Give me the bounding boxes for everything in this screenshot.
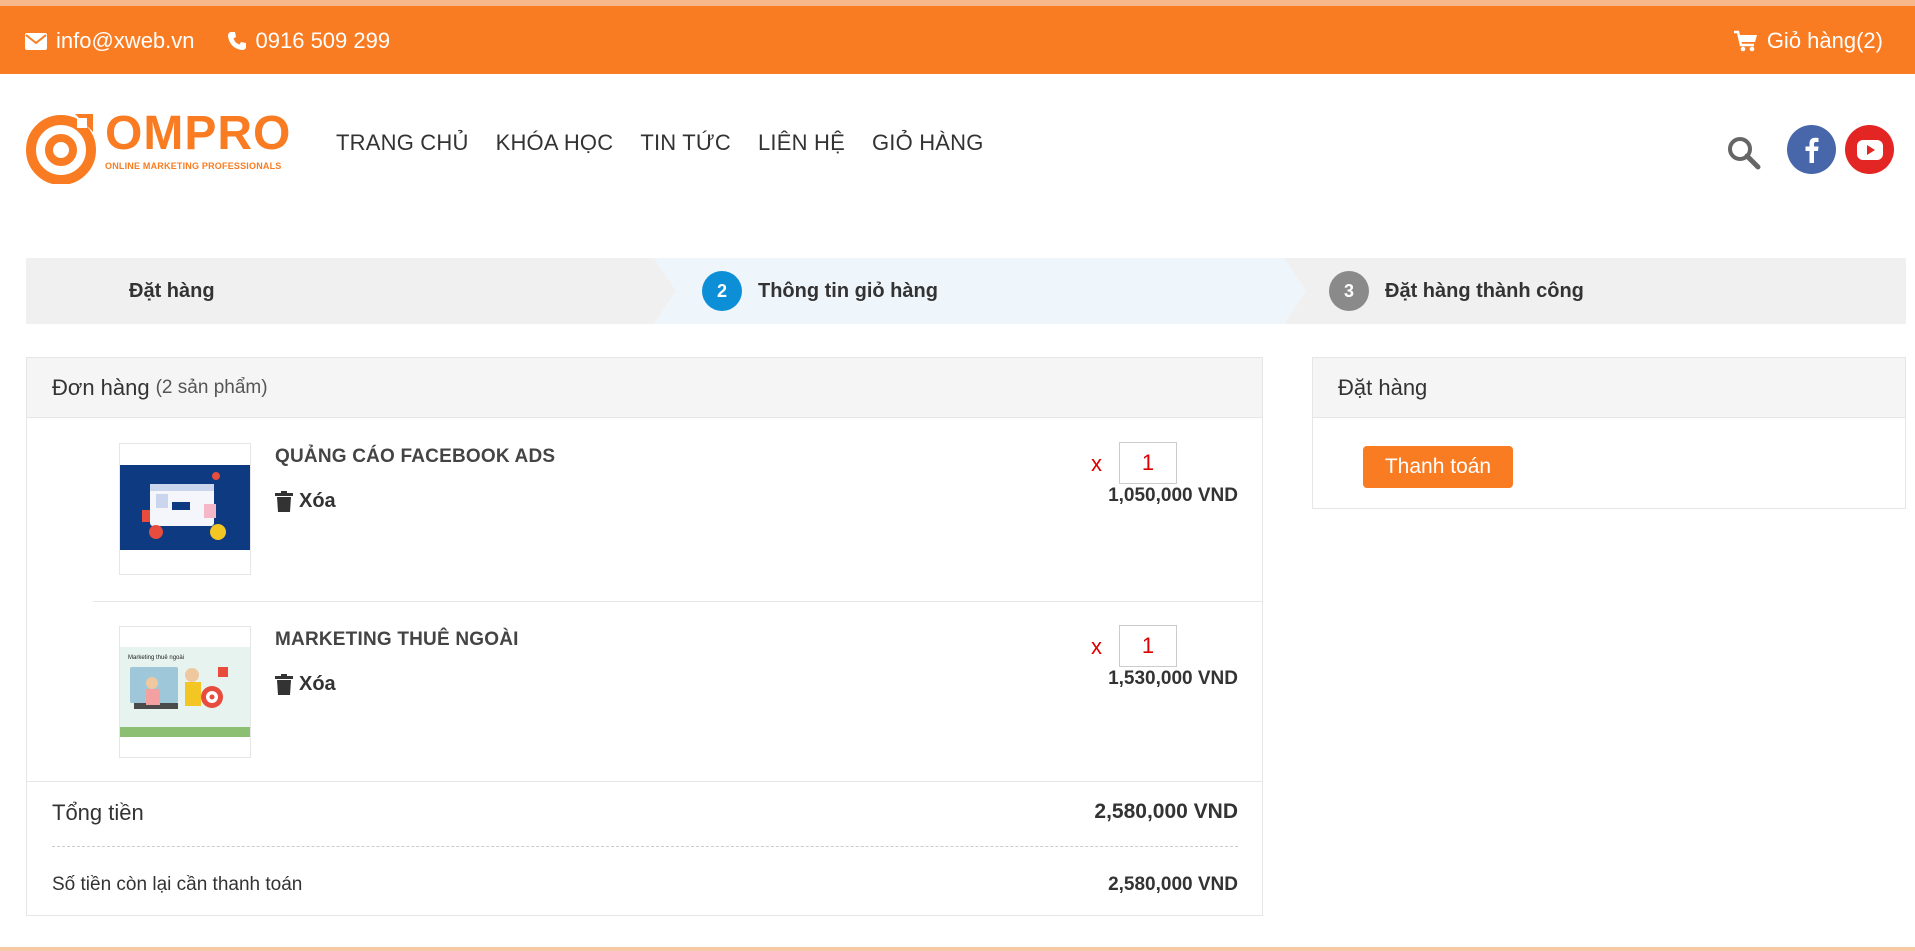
product-name[interactable]: QUẢNG CÁO FACEBOOK ADS	[275, 446, 555, 468]
product-price: 1,530,000 VND	[1108, 668, 1238, 689]
product-price: 1,050,000 VND	[1108, 485, 1238, 506]
delete-label: Xóa	[299, 490, 336, 512]
site-header: OMPRO ONLINE MARKETING PROFESSIONALS TRA…	[0, 74, 1915, 214]
order-count: (2 sản phẩm)	[155, 376, 268, 398]
ompro-logo[interactable]: OMPRO ONLINE MARKETING PROFESSIONALS	[25, 110, 291, 184]
product-name[interactable]: MARKETING THUÊ NGOÀI	[275, 629, 519, 651]
trash-icon	[275, 674, 293, 695]
delete-button[interactable]: Xóa	[275, 490, 336, 513]
email-link[interactable]: info@xweb.vn	[25, 28, 195, 54]
youtube-button[interactable]	[1845, 125, 1894, 174]
marketing-outsourcing-image: Marketing thuê ngoài	[120, 627, 250, 757]
logo-subtitle: ONLINE MARKETING PROFESSIONALS	[105, 161, 282, 171]
logo-title: OMPRO	[105, 107, 292, 160]
delete-label: Xóa	[299, 673, 336, 695]
cart-item: QUẢNG CÁO FACEBOOK ADS Xóa x 1,050,000 V…	[27, 418, 1262, 601]
totals-divider	[52, 846, 1238, 847]
nav-item-courses[interactable]: KHÓA HỌC	[496, 130, 614, 156]
delete-button[interactable]: Xóa	[275, 673, 336, 696]
step-number: 3	[1329, 271, 1369, 311]
pay-button[interactable]: Thanh toán	[1363, 446, 1513, 488]
step-cart-info: 2 Thông tin giỏ hàng	[702, 258, 938, 324]
checkout-panel: Đặt hàng Thanh toán	[1312, 357, 1906, 509]
total-value: 2,580,000 VND	[1094, 800, 1238, 823]
step-label: Thông tin giỏ hàng	[758, 279, 938, 302]
order-header: Đơn hàng (2 sản phẩm)	[27, 358, 1262, 418]
main-nav: TRANG CHỦ KHÓA HỌC TIN TỨC LIÊN HỆ GIỎ H…	[336, 130, 1011, 156]
product-thumbnail[interactable]	[119, 443, 251, 575]
quantity-input[interactable]	[1119, 625, 1177, 667]
cart-icon	[1733, 30, 1757, 51]
phone-link[interactable]: 0916 509 299	[227, 28, 391, 54]
nav-item-contact[interactable]: LIÊN HỆ	[758, 130, 845, 156]
top-bar: info@xweb.vn 0916 509 299 Giỏ hàng(2)	[0, 0, 1915, 74]
cart-item: Marketing thuê ngoài MARKETING THUÊ NGOÀ…	[27, 601, 1262, 784]
order-panel: Đơn hàng (2 sản phẩm) QUẢNG CÁO FACEBOOK…	[26, 357, 1263, 916]
quantity-input[interactable]	[1119, 442, 1177, 484]
email-text: info@xweb.vn	[56, 28, 195, 53]
logo-mark-icon	[26, 114, 96, 184]
phone-text: 0916 509 299	[255, 28, 391, 53]
steps-background	[26, 258, 1906, 324]
contact-info: info@xweb.vn 0916 509 299	[25, 28, 422, 54]
remaining-label: Số tiền còn lại cần thanh toán	[52, 874, 303, 895]
quantity-multiplier: x	[1091, 634, 1102, 659]
remaining-value: 2,580,000 VND	[1108, 874, 1238, 895]
remaining-row: Số tiền còn lại cần thanh toán 2,580,000…	[52, 874, 1238, 896]
facebook-ads-image	[120, 444, 250, 574]
total-label: Tổng tiền	[52, 800, 144, 825]
bottom-border	[0, 947, 1915, 951]
search-icon	[1728, 137, 1761, 170]
checkout-steps: Đặt hàng 2 Thông tin giỏ hàng 3 Đặt hàng…	[26, 258, 1906, 324]
quantity-multiplier: x	[1091, 451, 1102, 476]
facebook-icon	[1805, 137, 1818, 163]
youtube-icon	[1856, 139, 1883, 160]
checkout-title: Đặt hàng	[1338, 374, 1428, 400]
nav-item-news[interactable]: TIN TỨC	[640, 130, 731, 156]
step-label: Đặt hàng thành công	[1385, 279, 1584, 302]
order-totals: Tổng tiền 2,580,000 VND Số tiền còn lại …	[27, 781, 1262, 895]
step-success: 3 Đặt hàng thành công	[1329, 258, 1584, 324]
step-order: Đặt hàng	[129, 258, 215, 324]
thumb-caption: Marketing thuê ngoài	[128, 655, 184, 661]
facebook-button[interactable]	[1787, 125, 1836, 174]
nav-item-cart[interactable]: GIỎ HÀNG	[872, 130, 984, 156]
nav-item-home[interactable]: TRANG CHỦ	[336, 130, 469, 156]
order-title: Đơn hàng	[52, 374, 150, 400]
step-number: 2	[702, 271, 742, 311]
search-button[interactable]	[1727, 136, 1761, 175]
product-thumbnail[interactable]: Marketing thuê ngoài	[119, 626, 251, 758]
trash-icon	[275, 491, 293, 512]
cart-link[interactable]: Giỏ hàng(2)	[1733, 28, 1883, 54]
cart-label: Giỏ hàng(2)	[1766, 28, 1883, 53]
step-label: Đặt hàng	[129, 279, 215, 302]
checkout-header: Đặt hàng	[1313, 358, 1905, 418]
envelope-icon	[25, 32, 47, 50]
phone-icon	[227, 32, 246, 50]
total-row: Tổng tiền 2,580,000 VND	[52, 800, 1238, 826]
